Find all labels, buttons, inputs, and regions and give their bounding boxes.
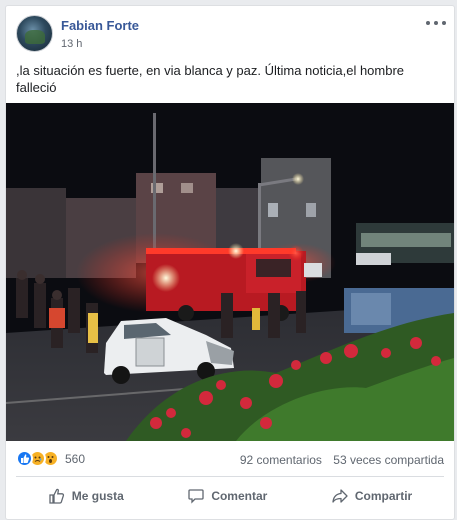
post-actions: Me gusta Comentar Compartir: [16, 480, 444, 512]
post-text: ,la situación es fuerte, en via blanca y…: [16, 63, 405, 95]
reaction-summary[interactable]: 560: [16, 450, 85, 467]
post-card: Fabian Forte 13 h ,la situación es fuert…: [5, 5, 455, 520]
actions-divider: [16, 476, 444, 477]
comment-icon: [188, 489, 204, 504]
share-icon: [332, 489, 348, 503]
post-stats: 560 92 comentarios 53 veces compartida: [6, 444, 454, 474]
more-options-icon[interactable]: [426, 16, 446, 30]
post-photo[interactable]: [6, 103, 454, 441]
share-button[interactable]: Compartir: [319, 481, 424, 511]
comment-button[interactable]: Comentar: [175, 481, 279, 511]
shares-count-link[interactable]: 53 veces compartida: [333, 453, 444, 467]
author-avatar[interactable]: [16, 15, 53, 52]
engagement-stats: 92 comentarios 53 veces compartida: [232, 453, 444, 467]
post-timestamp[interactable]: 13 h: [61, 38, 82, 50]
thumbs-up-icon: [49, 488, 64, 504]
reaction-count: 560: [65, 451, 86, 466]
comment-label: Comentar: [211, 489, 268, 503]
post-header: Fabian Forte 13 h: [6, 6, 454, 56]
like-button[interactable]: Me gusta: [36, 481, 136, 511]
share-label: Compartir: [354, 489, 413, 503]
comments-count-link[interactable]: 92 comentarios: [240, 453, 322, 467]
author-name[interactable]: Fabian Forte: [61, 18, 139, 33]
like-label: Me gusta: [71, 489, 124, 503]
like-icon: [16, 450, 33, 467]
